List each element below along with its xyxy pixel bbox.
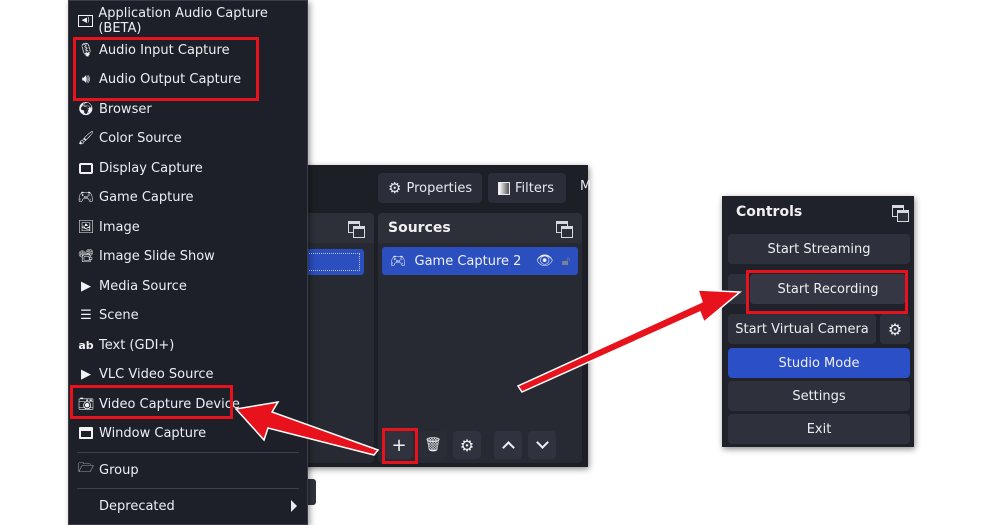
arrow-to-video-capture	[234, 400, 380, 456]
arrow-to-start-recording	[516, 289, 742, 393]
annotation-arrows	[234, 289, 742, 456]
